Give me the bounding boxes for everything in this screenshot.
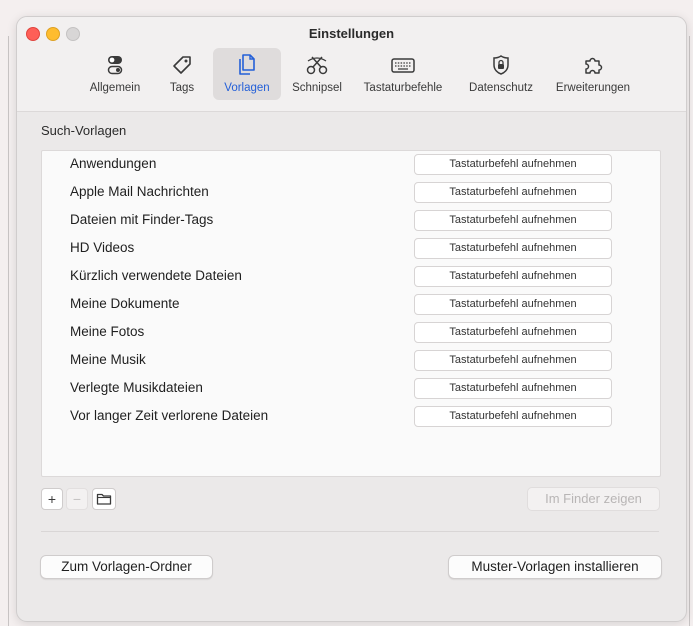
show-in-finder-button[interactable]: Im Finder zeigen [527, 487, 660, 511]
tab-label: Erweiterungen [555, 82, 631, 94]
template-name: Anwendungen [70, 156, 157, 171]
record-shortcut-button[interactable]: Tastaturbefehl aufnehmen [414, 154, 612, 175]
window-title: Einstellungen [308, 26, 395, 41]
add-template-button[interactable]: + [41, 488, 63, 510]
open-folder-button[interactable] [92, 488, 116, 510]
tab-erweiterungen[interactable]: Erweiterungen [547, 48, 639, 100]
record-shortcut-button[interactable]: Tastaturbefehl aufnehmen [414, 322, 612, 343]
tab-label: Tastaturbefehle [363, 82, 443, 94]
record-shortcut-button[interactable]: Tastaturbefehl aufnehmen [414, 266, 612, 287]
tab-label: Datenschutz [469, 82, 533, 94]
record-shortcut-button[interactable]: Tastaturbefehl aufnehmen [414, 210, 612, 231]
tab-vorlagen[interactable]: Vorlagen [213, 48, 281, 100]
record-shortcut-button[interactable]: Tastaturbefehl aufnehmen [414, 378, 612, 399]
section-title: Such-Vorlagen [41, 123, 127, 138]
background-edge-left [8, 36, 9, 626]
list-item[interactable]: Anwendungen Tastaturbefehl aufnehmen [42, 151, 660, 179]
list-item[interactable]: Meine Musik Tastaturbefehl aufnehmen [42, 347, 660, 375]
record-shortcut-button[interactable]: Tastaturbefehl aufnehmen [414, 294, 612, 315]
template-name: Verlegte Musikdateien [70, 380, 203, 395]
snippet-icon [285, 53, 349, 77]
background-edge-right [689, 36, 690, 626]
list-item[interactable]: Vor langer Zeit verlorene Dateien Tastat… [42, 403, 660, 431]
templates-list[interactable]: Anwendungen Tastaturbefehl aufnehmen App… [41, 150, 661, 477]
template-name: Meine Dokumente [70, 296, 180, 311]
tab-label: Schnipsel [292, 82, 342, 94]
tab-label: Allgemein [89, 82, 141, 94]
list-item[interactable]: Dateien mit Finder-Tags Tastaturbefehl a… [42, 207, 660, 235]
tab-schnipsel[interactable]: Schnipsel [285, 48, 349, 100]
list-item[interactable]: Verlegte Musikdateien Tastaturbefehl auf… [42, 375, 660, 403]
toolbar: Einstellungen Allgemein Tags Vorlagen Sc… [17, 17, 686, 112]
tab-label: Tags [169, 82, 195, 94]
install-sample-templates-button[interactable]: Muster-Vorlagen installieren [448, 555, 662, 579]
template-name: Meine Fotos [70, 324, 145, 339]
record-shortcut-button[interactable]: Tastaturbefehl aufnehmen [414, 238, 612, 259]
tab-tags[interactable]: Tags [157, 48, 207, 100]
template-name: Apple Mail Nachrichten [70, 184, 209, 199]
preferences-window: Einstellungen Allgemein Tags Vorlagen Sc… [16, 16, 687, 622]
record-shortcut-button[interactable]: Tastaturbefehl aufnehmen [414, 406, 612, 427]
template-name: HD Videos [70, 240, 135, 255]
record-shortcut-button[interactable]: Tastaturbefehl aufnehmen [414, 350, 612, 371]
folder-icon [96, 492, 112, 506]
documents-icon [213, 53, 281, 77]
tab-datenschutz[interactable]: Datenschutz [459, 48, 543, 100]
record-shortcut-button[interactable]: Tastaturbefehl aufnehmen [414, 182, 612, 203]
list-item[interactable]: HD Videos Tastaturbefehl aufnehmen [42, 235, 660, 263]
template-name: Kürzlich verwendete Dateien [70, 268, 242, 283]
open-templates-folder-button[interactable]: Zum Vorlagen-Ordner [40, 555, 213, 579]
tab-allgemein[interactable]: Allgemein [79, 48, 151, 100]
tab-label: Vorlagen [224, 82, 270, 94]
remove-template-button[interactable]: − [66, 488, 88, 510]
puzzle-icon [547, 53, 639, 77]
divider [41, 531, 659, 532]
keyboard-icon [353, 53, 453, 77]
lock-shield-icon [459, 53, 543, 77]
template-name: Dateien mit Finder-Tags [70, 212, 214, 227]
template-name: Meine Musik [70, 352, 146, 367]
list-item[interactable]: Kürzlich verwendete Dateien Tastaturbefe… [42, 263, 660, 291]
tab-tastaturbefehle[interactable]: Tastaturbefehle [353, 48, 453, 100]
template-name: Vor langer Zeit verlorene Dateien [70, 408, 269, 423]
toggles-icon [79, 53, 151, 77]
tag-icon [157, 53, 207, 77]
list-item[interactable]: Meine Fotos Tastaturbefehl aufnehmen [42, 319, 660, 347]
list-item[interactable]: Apple Mail Nachrichten Tastaturbefehl au… [42, 179, 660, 207]
list-item[interactable]: Meine Dokumente Tastaturbefehl aufnehmen [42, 291, 660, 319]
